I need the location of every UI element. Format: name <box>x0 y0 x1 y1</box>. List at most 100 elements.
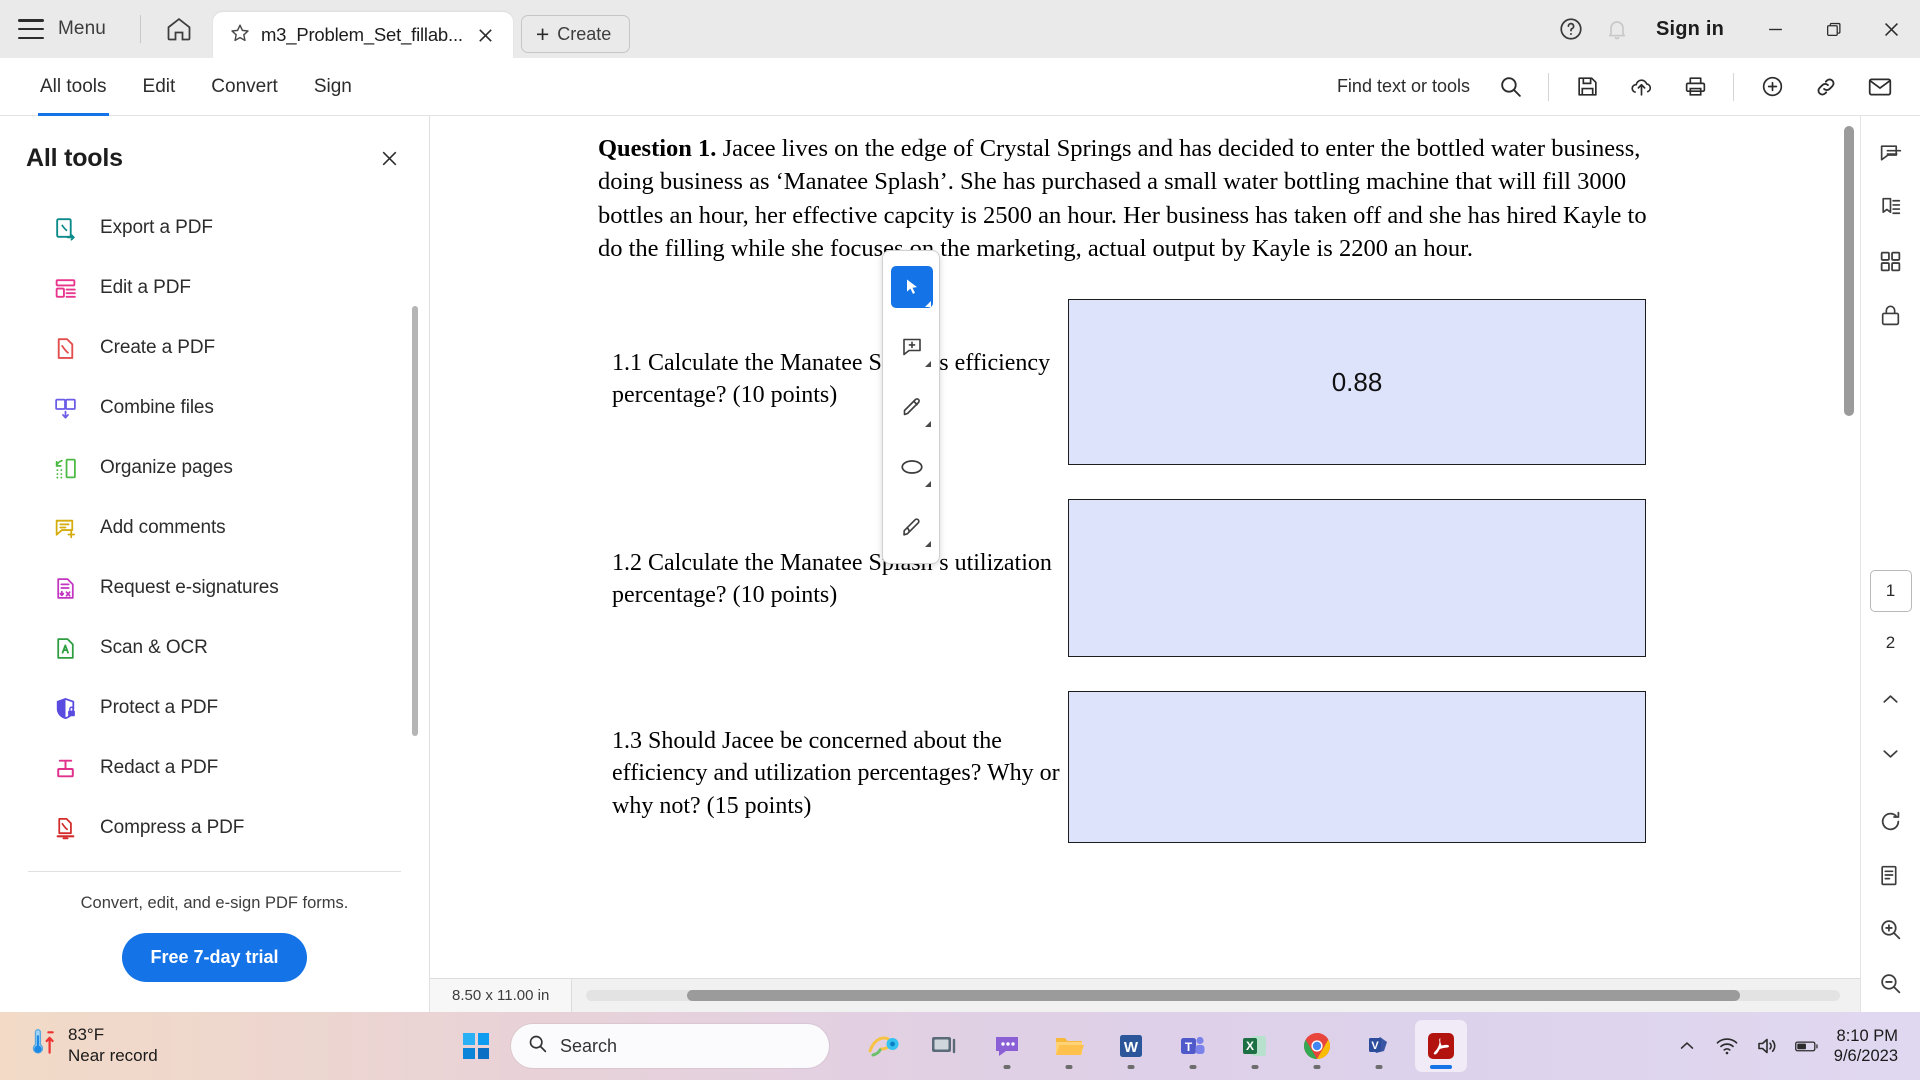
document-status-bar: 8.50 x 11.00 in <box>430 978 1860 1013</box>
comment-panel-icon[interactable] <box>1868 128 1914 178</box>
sidebar-item-label: Compress a PDF <box>100 817 245 838</box>
weather-widget[interactable]: 83°F Near record <box>0 1025 158 1066</box>
chevron-up-icon[interactable] <box>1868 674 1914 724</box>
sign-in-button[interactable]: Sign in <box>1656 18 1724 41</box>
zoom-out-icon[interactable] <box>1868 958 1914 1008</box>
system-tray: 8:10 PM 9/6/2023 <box>1674 1026 1920 1067</box>
document-tab[interactable]: m3_Problem_Set_fillab... <box>212 12 513 58</box>
volume-icon[interactable] <box>1754 1033 1780 1059</box>
annotation-toolbar <box>882 250 940 564</box>
tab-sign[interactable]: Sign <box>296 58 370 116</box>
thumbnails-panel-icon[interactable] <box>1868 236 1914 286</box>
sidebar-item-compress-a-pdf[interactable]: Compress a PDF <box>0 798 429 858</box>
select-tool-button[interactable] <box>883 257 941 317</box>
windows-start-icon[interactable] <box>453 1023 499 1069</box>
page-fit-icon[interactable] <box>1868 850 1914 900</box>
page-number-current[interactable]: 1 <box>1869 570 1912 612</box>
battery-icon[interactable] <box>1794 1033 1820 1059</box>
lock-panel-icon[interactable] <box>1868 290 1914 340</box>
viewer-scroll-area[interactable]: Question 1. Jacee lives on the edge of C… <box>430 116 1860 978</box>
document-vertical-scrollbar[interactable] <box>1844 126 1854 938</box>
chevron-down-icon[interactable] <box>925 541 931 547</box>
sidebar-item-protect-a-pdf[interactable]: Protect a PDF <box>0 678 429 738</box>
tab-edit[interactable]: Edit <box>125 58 194 116</box>
answer-field-1-2[interactable] <box>1068 499 1646 658</box>
taskbar-search-input[interactable]: Search <box>511 1024 829 1068</box>
sidebar-item-add-comments[interactable]: Add comments <box>0 498 429 558</box>
free-trial-button[interactable]: Free 7-day trial <box>122 933 307 982</box>
tab-close-icon[interactable] <box>473 22 499 48</box>
document-horizontal-scrollbar[interactable] <box>586 990 1840 1001</box>
share-link-icon[interactable] <box>1800 63 1852 111</box>
app-active-indicator <box>1430 1065 1452 1069</box>
tab-convert[interactable]: Convert <box>193 58 296 116</box>
chevron-down-icon[interactable] <box>1868 728 1914 778</box>
chrome-icon[interactable] <box>1291 1020 1343 1072</box>
sidebar-item-create-a-pdf[interactable]: Create a PDF <box>0 318 429 378</box>
menu-hamburger-icon[interactable] <box>18 19 44 39</box>
sidebar-scrollbar[interactable] <box>412 306 418 871</box>
zoom-in-icon[interactable] <box>1868 904 1914 954</box>
excel-icon[interactable]: X <box>1229 1020 1281 1072</box>
sidebar-item-scan-and-ocr[interactable]: Scan & OCR <box>0 618 429 678</box>
teams-icon[interactable]: T <box>1167 1020 1219 1072</box>
home-icon[interactable] <box>159 9 199 49</box>
print-icon[interactable] <box>1669 63 1721 111</box>
search-icon[interactable] <box>1484 63 1536 111</box>
window-minimize-button[interactable] <box>1746 0 1804 58</box>
window-restore-button[interactable] <box>1804 0 1862 58</box>
page-number-next[interactable]: 2 <box>1869 622 1912 664</box>
chevron-down-icon[interactable] <box>925 361 931 367</box>
combine-files-icon <box>52 395 78 421</box>
chat-teams-icon[interactable] <box>981 1020 1033 1072</box>
sidebar-item-redact-a-pdf[interactable]: Redact a PDF <box>0 738 429 798</box>
chevron-down-icon[interactable] <box>925 301 931 307</box>
draw-freehand-tool-button[interactable] <box>883 497 941 557</box>
sidebar-scrollbar-thumb[interactable] <box>412 306 418 736</box>
upload-cloud-icon[interactable] <box>1615 63 1667 111</box>
chevron-up-icon[interactable] <box>1674 1033 1700 1059</box>
sidebar-item-combine-files[interactable]: Combine files <box>0 378 429 438</box>
visio-icon[interactable]: V <box>1353 1020 1405 1072</box>
word-icon[interactable]: W <box>1105 1020 1157 1072</box>
add-comment-tool-button[interactable] <box>883 317 941 377</box>
menu-label[interactable]: Menu <box>58 18 106 40</box>
weather-text: 83°F Near record <box>68 1025 158 1066</box>
windows-logo <box>463 1033 489 1059</box>
sidebar-item-edit-a-pdf[interactable]: Edit a PDF <box>0 258 429 318</box>
sidebar-item-organize-pages[interactable]: Organize pages <box>0 438 429 498</box>
answer-field-1-1[interactable]: 0.88 <box>1068 299 1646 466</box>
horizontal-scrollbar-thumb[interactable] <box>686 990 1740 1001</box>
plus-icon: + <box>535 20 550 47</box>
document-scrollbar-thumb[interactable] <box>1844 126 1854 416</box>
rotate-icon[interactable] <box>1868 796 1914 846</box>
task-view-icon[interactable] <box>919 1020 971 1072</box>
taskbar-clock[interactable]: 8:10 PM 9/6/2023 <box>1834 1026 1898 1067</box>
tab-strip: m3_Problem_Set_fillab... + Create <box>212 0 631 58</box>
help-circle-icon[interactable] <box>1548 6 1594 52</box>
highlight-tool-button[interactable] <box>883 377 941 437</box>
taskbar-apps: W T X V <box>857 1020 1467 1072</box>
copilot-icon[interactable] <box>857 1020 909 1072</box>
star-icon[interactable] <box>229 22 251 49</box>
email-icon[interactable] <box>1854 63 1906 111</box>
create-tab-button[interactable]: + Create <box>520 15 631 53</box>
sidebar-item-export-a-pdf[interactable]: Export a PDF <box>0 198 429 258</box>
app-running-dot <box>1375 1065 1383 1069</box>
add-stamp-icon[interactable] <box>1746 63 1798 111</box>
answer-field-1-3[interactable] <box>1068 691 1646 844</box>
file-explorer-icon[interactable] <box>1043 1020 1095 1072</box>
chevron-down-icon[interactable] <box>925 481 931 487</box>
find-text-label[interactable]: Find text or tools <box>1337 76 1470 97</box>
acrobat-icon[interactable] <box>1415 1020 1467 1072</box>
draw-oval-tool-button[interactable] <box>883 437 941 497</box>
notification-bell-icon[interactable] <box>1594 6 1640 52</box>
wifi-icon[interactable] <box>1714 1033 1740 1059</box>
chevron-down-icon[interactable] <box>925 421 931 427</box>
sidebar-item-request-e-signatures[interactable]: Request e-signatures <box>0 558 429 618</box>
window-close-button[interactable] <box>1862 0 1920 58</box>
save-icon[interactable] <box>1561 63 1613 111</box>
sidebar-close-icon[interactable] <box>373 142 405 174</box>
tab-all-tools[interactable]: All tools <box>22 58 125 116</box>
bookmark-panel-icon[interactable] <box>1868 182 1914 232</box>
